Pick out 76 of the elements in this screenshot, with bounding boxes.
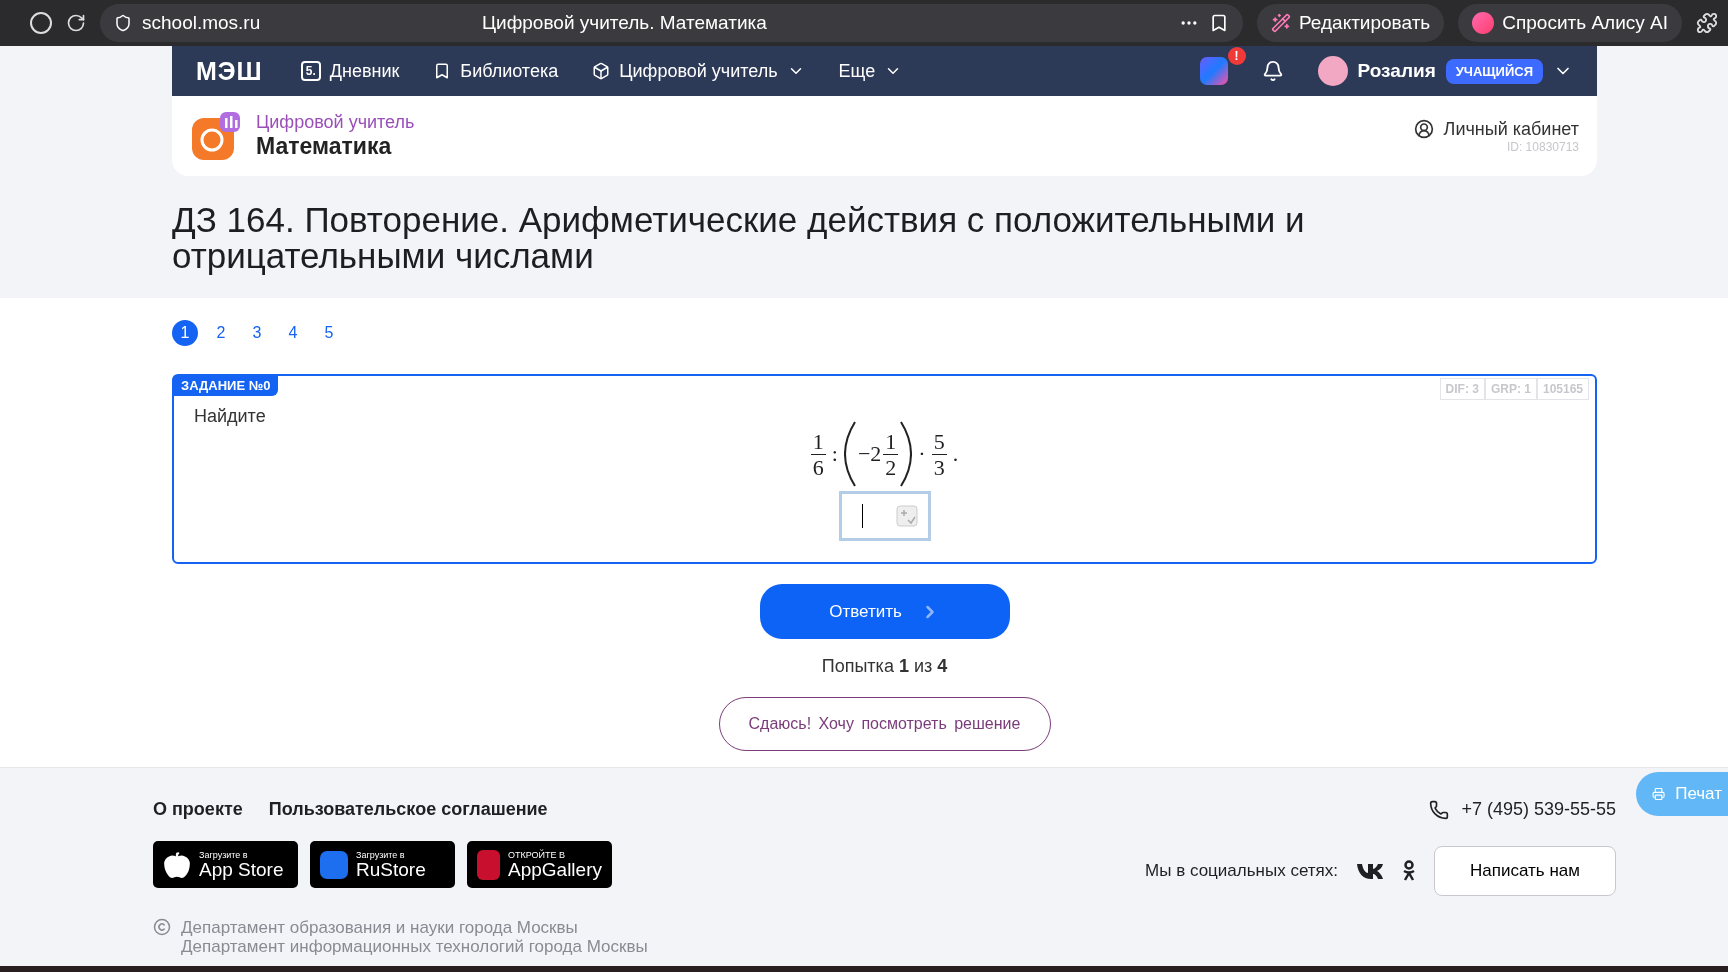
avatar[interactable]: [1317, 56, 1348, 86]
right-parenthesis-icon: [900, 421, 913, 487]
logo[interactable]: МЭШ: [196, 56, 263, 86]
store-name: AppGallery: [508, 859, 602, 879]
subject-name: Математика: [256, 133, 393, 160]
page-tab[interactable]: 5: [316, 320, 342, 346]
extensions-icon[interactable]: [1696, 12, 1718, 34]
phone-icon: [1429, 799, 1450, 820]
footer-link[interactable]: Пользовательское соглашение: [268, 799, 548, 821]
numerator: 5: [931, 428, 947, 455]
store-name: RuStore: [356, 859, 426, 879]
page-tab[interactable]: 2: [208, 320, 234, 346]
numerator: 1: [810, 428, 826, 455]
denominator: 2: [884, 454, 898, 480]
vk-icon[interactable]: [1356, 862, 1384, 881]
section-name: Цифровой учитель: [256, 112, 415, 133]
address-text: school.mos.ru: [142, 12, 262, 34]
nav-item[interactable]: 5. Дневник: [300, 60, 400, 82]
store-badge[interactable]: Загрузите в App Store: [153, 841, 298, 889]
task-prompt: Найдите: [194, 406, 266, 426]
user-name[interactable]: Розалия: [1357, 60, 1436, 82]
digital-teacher-logo: [190, 110, 242, 162]
alert-badge: !: [1227, 47, 1246, 65]
diary-icon: 5.: [300, 61, 321, 81]
ask-alice-button[interactable]: Спросить Алису AI: [1458, 4, 1682, 42]
store-caption: ОТКРОЙТЕ В: [508, 850, 567, 860]
edit-button[interactable]: Редактировать: [1257, 4, 1445, 42]
nav-item[interactable]: Цифровой учитель: [592, 60, 805, 82]
store-badge[interactable]: Загрузите в RuStore: [310, 841, 455, 889]
math-symbol: ·: [918, 441, 926, 467]
role-badge: УЧАЩИЙСЯ: [1445, 58, 1543, 84]
account-link[interactable]: Личный кабинет: [1413, 118, 1579, 140]
copyright-icon: [153, 917, 171, 936]
user-id: ID: 10830713: [1506, 139, 1579, 154]
task-label: ЗАДАНИЕ №0: [173, 375, 279, 396]
social-label: Мы в социальных сетях:: [1145, 861, 1338, 882]
denominator: 6: [811, 454, 825, 480]
page-tab[interactable]: 4: [280, 320, 306, 346]
user-icon: [1413, 119, 1434, 139]
alice-icon: [1472, 12, 1495, 34]
reload-icon[interactable]: [66, 13, 86, 33]
page-heading: ДЗ 164. Повторение. Арифметические действия с положительными и отрицательными числами: [172, 199, 1306, 277]
numerator: 1: [883, 428, 899, 455]
attempt-counter: Попытка 1 из 4: [821, 656, 948, 677]
math-symbol: −2: [857, 441, 882, 467]
denominator: 3: [932, 454, 946, 480]
copyright-text: Департамент образования и науки города Москвы: [181, 917, 579, 937]
write-us-button[interactable]: Написать нам: [1434, 846, 1616, 897]
store-badge[interactable]: ОТКРОЙТЕ В AppGallery: [467, 841, 612, 889]
answer-field[interactable]: [838, 491, 931, 541]
nav-item[interactable]: Еще: [838, 60, 903, 82]
left-parenthesis-icon: [843, 421, 856, 487]
cube-icon: [592, 62, 611, 80]
bell-icon[interactable]: [1261, 60, 1284, 82]
text-cursor: [861, 504, 863, 528]
wand-icon: [1271, 13, 1291, 33]
page-tab[interactable]: 1: [172, 320, 198, 346]
copyright-text: Департамент информационных технологий города Москвы: [181, 936, 648, 956]
shield-icon: [114, 14, 132, 32]
nav-item[interactable]: Библиотека: [433, 60, 559, 82]
phone-link[interactable]: +7 (495) 539-55-55: [1429, 794, 1616, 826]
app-icon[interactable]: [1199, 57, 1228, 85]
answer-button[interactable]: Ответить: [759, 584, 1010, 639]
ok-icon[interactable]: [1402, 860, 1416, 883]
bookmark-icon[interactable]: [1209, 13, 1229, 33]
page-tab[interactable]: 3: [244, 320, 270, 346]
store-name: App Store: [199, 859, 284, 879]
page-title: Цифровой учитель. Математика: [482, 12, 767, 34]
math-symbol: :: [831, 441, 838, 467]
address-bar[interactable]: school.mos.ru Цифровой учитель. Математика: [100, 4, 1243, 42]
apple-icon: [163, 850, 191, 879]
store-caption: Загрузите в: [199, 850, 249, 860]
show-solution-button[interactable]: Сдаюсь! Хочу посмотреть решение: [718, 697, 1051, 751]
store-caption: Загрузите в: [356, 850, 406, 860]
math-symbol: .: [952, 441, 959, 467]
footer-link[interactable]: О проекте: [153, 799, 243, 821]
